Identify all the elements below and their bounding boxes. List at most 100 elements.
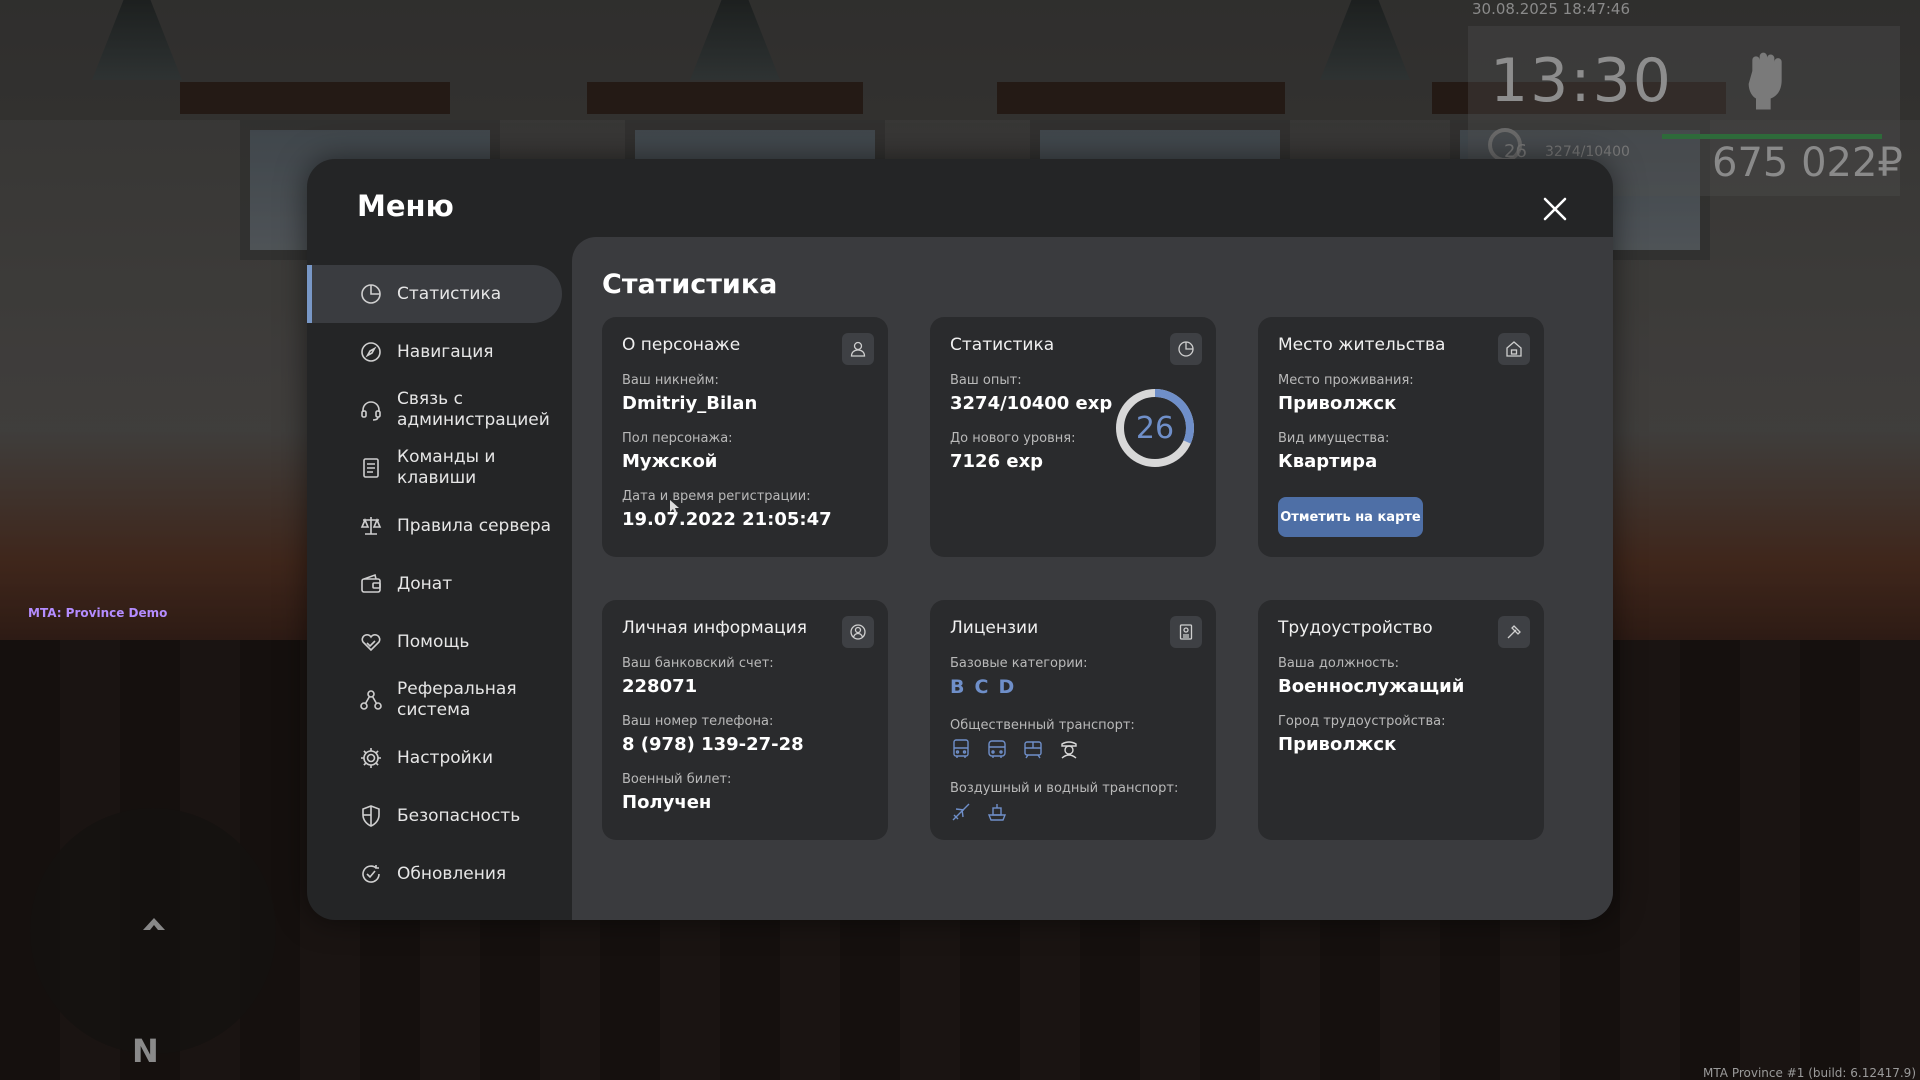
list-icon xyxy=(359,456,383,480)
basic-categories-label: Базовые категории: xyxy=(950,656,1088,671)
sidebar-item-label: Донат xyxy=(397,573,453,594)
scales-icon xyxy=(359,514,383,538)
plane-icon xyxy=(950,801,972,823)
shield-icon xyxy=(359,804,383,828)
hud-clock: 13:30 xyxy=(1490,46,1673,116)
sidebar-item-label: Связь с администрацией xyxy=(397,389,550,430)
stats-content: Статистика О персонаже Ваш никнейм: Dmit… xyxy=(572,237,1613,920)
close-button[interactable] xyxy=(1539,193,1571,225)
sidebar-item-label: Обновления xyxy=(397,863,507,884)
sidebar-item-label: Навигация xyxy=(397,341,494,362)
compass-icon xyxy=(359,340,383,364)
sidebar-item-label: Правила сервера xyxy=(397,515,552,536)
exp-value: 3274/10400 exp xyxy=(950,393,1113,414)
registration-value: 19.07.2022 21:05:47 xyxy=(622,509,832,530)
sidebar-item-updates[interactable]: Обновления xyxy=(307,845,563,903)
job-city-value: Приволжск xyxy=(1278,734,1397,755)
level-number: 26 xyxy=(1135,410,1175,446)
military-id-label: Военный билет: xyxy=(622,772,732,787)
stats-title: Статистика xyxy=(602,269,778,300)
card-licenses: Лицензии Базовые категории: BCD Обществе… xyxy=(930,600,1216,840)
next-level-value: 7126 exp xyxy=(950,451,1044,472)
driver-icon xyxy=(1058,738,1080,760)
card-title: Место жительства xyxy=(1278,335,1446,355)
phone-value: 8 (978) 139-27-28 xyxy=(622,734,804,755)
heart-hand-icon xyxy=(359,630,383,654)
registration-label: Дата и время регистрации: xyxy=(622,489,811,504)
license-category: B xyxy=(950,676,965,698)
sidebar-item-referral[interactable]: Реферальная система xyxy=(307,671,563,729)
public-transport-label: Общественный транспорт: xyxy=(950,718,1135,733)
hud-exp: 3274/10400 xyxy=(1545,144,1630,160)
nickname-value: Dmitriy_Bilan xyxy=(622,393,758,414)
job-city-label: Город трудоустройства: xyxy=(1278,714,1446,729)
user-circle-icon xyxy=(842,616,874,648)
military-id-value: Получен xyxy=(622,792,712,813)
pie-chart-icon xyxy=(1170,333,1202,365)
hud-datetime: 30.08.2025 18:47:46 xyxy=(1472,0,1631,18)
gear-icon xyxy=(359,746,383,770)
air-water-transport-label: Воздушный и водный транспорт: xyxy=(950,781,1179,796)
sidebar-item-commands[interactable]: Команды и клавиши xyxy=(307,439,563,497)
build-info: MTA Province #1 (build: 6.12417.9) xyxy=(1703,1066,1916,1080)
user-icon xyxy=(842,333,874,365)
headset-icon xyxy=(359,398,383,422)
next-level-label: До нового уровня: xyxy=(950,431,1076,446)
menu-sidebar: Статистика Навигация Связь с администрац… xyxy=(307,265,563,903)
sidebar-item-statistics[interactable]: Статистика xyxy=(307,265,562,323)
sidebar-item-label: Статистика xyxy=(397,283,502,304)
exp-label: Ваш опыт: xyxy=(950,373,1022,388)
card-title: Трудоустройство xyxy=(1278,618,1433,638)
sidebar-item-label: Настройки xyxy=(397,747,494,768)
position-value: Военнослужащий xyxy=(1278,676,1465,697)
sidebar-item-label: Безопасность xyxy=(397,805,521,826)
license-categories: BCD xyxy=(950,676,1024,698)
residence-place-label: Место проживания: xyxy=(1278,373,1414,388)
fist-icon xyxy=(1745,52,1789,112)
hammer-icon xyxy=(1498,616,1530,648)
nickname-label: Ваш никнейм: xyxy=(622,373,719,388)
tram-icon xyxy=(1022,738,1044,760)
bus-icon xyxy=(950,738,972,760)
card-personal-info: Личная информация Ваш банковский счет: 2… xyxy=(602,600,888,840)
card-title: Лицензии xyxy=(950,618,1039,638)
mouse-cursor-icon xyxy=(670,500,679,514)
property-label: Вид имущества: xyxy=(1278,431,1390,446)
sidebar-item-label: Команды и клавиши xyxy=(397,447,496,488)
license-category: C xyxy=(974,676,989,698)
hud-money: 675 022₽ xyxy=(1712,140,1903,186)
player-arrow-icon xyxy=(143,918,165,936)
sidebar-item-rules[interactable]: Правила сервера xyxy=(307,497,563,555)
server-label: MTA: Province Demo xyxy=(28,606,168,620)
mark-on-map-button[interactable]: Отметить на карте xyxy=(1278,497,1423,537)
license-category: D xyxy=(998,676,1015,698)
card-residence: Место жительства Место проживания: Приво… xyxy=(1258,317,1544,557)
sidebar-item-settings[interactable]: Настройки xyxy=(307,729,563,787)
public-transport-icons xyxy=(950,738,1080,760)
sidebar-item-help[interactable]: Помощь xyxy=(307,613,563,671)
sidebar-item-donate[interactable]: Донат xyxy=(307,555,563,613)
sidebar-item-label: Помощь xyxy=(397,631,470,652)
gender-value: Мужской xyxy=(622,451,718,472)
card-character: О персонаже Ваш никнейм: Dmitriy_Bilan П… xyxy=(602,317,888,557)
sidebar-item-navigation[interactable]: Навигация xyxy=(307,323,563,381)
sidebar-item-admin-contact[interactable]: Связь с администрацией xyxy=(307,381,563,439)
residence-place-value: Приволжск xyxy=(1278,393,1397,414)
close-icon xyxy=(1543,197,1567,221)
pie-chart-icon xyxy=(359,282,383,306)
card-experience: Статистика Ваш опыт: 3274/10400 exp До н… xyxy=(930,317,1216,557)
card-employment: Трудоустройство Ваша должность: Военносл… xyxy=(1258,600,1544,840)
gender-label: Пол персонажа: xyxy=(622,431,733,446)
card-title: О персонаже xyxy=(622,335,741,355)
house-icon xyxy=(1498,333,1530,365)
license-icon xyxy=(1170,616,1202,648)
hud-health-bar xyxy=(1662,134,1882,139)
card-title: Личная информация xyxy=(622,618,808,638)
property-value: Квартира xyxy=(1278,451,1378,472)
referral-icon xyxy=(359,688,383,712)
menu-title: Меню xyxy=(357,189,454,223)
compass-north: N xyxy=(132,1032,159,1070)
sidebar-item-security[interactable]: Безопасность xyxy=(307,787,563,845)
bus-icon xyxy=(986,738,1008,760)
menu-modal: Меню Статистика Навигация Связь с админи… xyxy=(307,159,1613,920)
